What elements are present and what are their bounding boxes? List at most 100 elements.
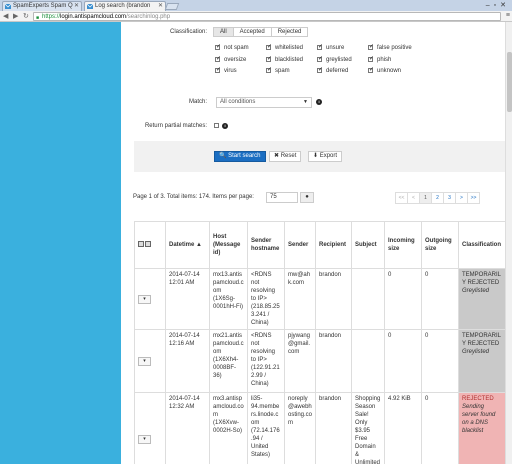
- cell-host: mx3.antispamcloud.com (1X6Xvw-0002H-So): [209, 392, 248, 464]
- cell-datetime: 2014-07-14 12:32 AM: [165, 392, 210, 464]
- cell-classification: TEMPORARILY REJECTED Greylisted: [458, 268, 505, 330]
- chevron-down-icon: ▼: [303, 99, 308, 105]
- checkbox-false-positive[interactable]: false positive: [368, 43, 412, 51]
- url-path: /searchinlog.php: [126, 14, 171, 20]
- url-input[interactable]: ■ https://login.antispamcloud.com/search…: [33, 12, 501, 21]
- tab-title: Log search (brandon: [95, 3, 151, 9]
- export-button[interactable]: ⬇ Export: [308, 151, 343, 162]
- toggle-rejected-button[interactable]: Rejected: [270, 27, 309, 37]
- info-icon[interactable]: i: [316, 99, 322, 105]
- items-per-page-input[interactable]: 75: [266, 192, 298, 203]
- start-search-button[interactable]: 🔍 Start search: [214, 151, 266, 162]
- select-all-header[interactable]: [134, 221, 166, 269]
- cell-recipient: brandon: [315, 268, 352, 330]
- column-header-classification[interactable]: Classification: [458, 221, 505, 269]
- back-icon[interactable]: ◀: [3, 12, 8, 20]
- checkbox-spam[interactable]: spam: [266, 66, 290, 74]
- lock-icon: ■: [36, 15, 40, 21]
- classification-status: REJECTED: [462, 396, 494, 402]
- mail-icon: [5, 4, 11, 9]
- url-scheme: https://: [42, 14, 61, 20]
- cell-sender: mw@ahk.com: [284, 268, 316, 330]
- reload-icon[interactable]: ↻: [23, 12, 29, 20]
- column-header-host[interactable]: Host (Message id): [209, 221, 248, 269]
- classification-reason: Greylisted: [462, 288, 490, 294]
- browser-tab-log-search[interactable]: Log search (brandon ✕: [84, 1, 166, 11]
- close-tab-icon[interactable]: ✕: [74, 2, 79, 11]
- table-row: ▾ 2014-07-14 12:01 AM mx13.antispamcloud…: [134, 268, 505, 330]
- classification-toggle: All Accepted Rejected: [213, 27, 309, 37]
- cell-classification: TEMPORARILY REJECTED Greylisted: [458, 329, 505, 393]
- page-scrollbar[interactable]: [505, 22, 512, 464]
- toggle-all-button[interactable]: All: [213, 27, 234, 37]
- cell-datetime: 2014-07-14 12:16 AM: [165, 329, 210, 393]
- select-all-icon: [138, 240, 144, 247]
- new-tab-button[interactable]: [164, 3, 180, 10]
- address-bar-row: ◀ ▶ ↻ ■ https://login.antispamcloud.com/…: [0, 11, 512, 22]
- column-header-outgoing-size[interactable]: Outgoing size: [421, 221, 459, 269]
- mail-icon: [87, 4, 93, 9]
- column-header-incoming-size[interactable]: Incoming size: [384, 221, 422, 269]
- column-header-subject[interactable]: Subject: [351, 221, 385, 269]
- toggle-accepted-button[interactable]: Accepted: [232, 27, 272, 37]
- cell-sender: pjywang@gmail.com: [284, 329, 316, 393]
- browser-tab-spamexperts[interactable]: SpamExperts Spam Q ✕: [2, 1, 82, 11]
- url-host: login.antispamcloud.com: [60, 14, 127, 20]
- cell-sender-hostname: <RDNS not resolving to IP> (122.91.212.9…: [247, 329, 285, 393]
- row-actions-button[interactable]: ▾: [138, 294, 151, 304]
- row-actions-button[interactable]: ▾: [138, 356, 151, 366]
- classification-label: Classification:: [169, 29, 207, 35]
- table-row: ▾ 2014-07-14 12:16 AM mx21.antispamcloud…: [134, 329, 505, 393]
- match-select-value: All conditions: [220, 99, 256, 105]
- cell-host: mx21.antispamcloud.com (1X6Xh4-0008BF-36…: [209, 329, 248, 393]
- cell-subject: Shopping Season Sale! Only $3.95 Free Do…: [351, 392, 385, 464]
- action-bar: 🔍 Start search ✖ Reset ⬇ Export: [134, 141, 505, 172]
- checkbox-phish[interactable]: phish: [368, 55, 391, 63]
- checkbox-greylisted[interactable]: greylisted: [317, 55, 352, 63]
- row-actions-button[interactable]: ▾: [138, 434, 151, 444]
- match-label: Match:: [188, 99, 207, 105]
- cell-datetime: 2014-07-14 12:01 AM: [165, 268, 210, 330]
- cell-incoming-size: 0: [384, 268, 422, 330]
- checkbox-deferred[interactable]: deferred: [317, 66, 348, 74]
- cell-recipient: brandon: [315, 329, 352, 393]
- close-tab-icon[interactable]: ✕: [158, 2, 163, 11]
- tab-title: SpamExperts Spam Q: [13, 3, 73, 9]
- scrollbar-thumb[interactable]: [507, 52, 512, 112]
- browser-tab-bar: SpamExperts Spam Q ✕ Log search (brandon…: [0, 0, 512, 11]
- sidebar: [0, 22, 121, 464]
- classification-status: TEMPORARILY REJECTED: [462, 272, 502, 286]
- cell-sender-hostname: <RDNS not resolving to IP> (218.85.253.2…: [247, 268, 285, 330]
- cell-incoming-size: 4.92 KiB: [384, 392, 422, 464]
- info-icon[interactable]: i: [222, 123, 228, 129]
- column-header-sender[interactable]: Sender: [284, 221, 316, 269]
- forward-icon[interactable]: ▶: [13, 12, 18, 20]
- column-header-datetime[interactable]: Datetime ▲: [165, 221, 210, 269]
- reset-button[interactable]: ✖ Reset: [269, 151, 302, 162]
- results-table: Datetime ▲ Host (Message id) Sender host…: [134, 221, 505, 464]
- cell-outgoing-size: 0: [421, 392, 459, 464]
- checkbox-blacklisted[interactable]: blacklisted: [266, 55, 303, 63]
- apply-per-page-button[interactable]: ●: [300, 192, 314, 203]
- checkbox-unknown[interactable]: unknown: [368, 66, 401, 74]
- cell-incoming-size: 0: [384, 329, 422, 393]
- cell-outgoing-size: 0: [421, 268, 459, 330]
- checkbox-virus[interactable]: virus: [215, 66, 237, 74]
- partial-matches-label: Return partial matches:: [144, 123, 207, 129]
- cell-outgoing-size: 0: [421, 329, 459, 393]
- page-last[interactable]: >>: [467, 192, 480, 204]
- cell-subject: [351, 329, 385, 393]
- table-row: ▾ 2014-07-14 12:32 AM mx3.antispamcloud.…: [134, 392, 505, 464]
- column-header-recipient[interactable]: Recipient: [315, 221, 352, 269]
- menu-icon[interactable]: ≡: [506, 12, 510, 19]
- checkbox-oversize[interactable]: oversize: [215, 55, 246, 63]
- checkbox-not-spam[interactable]: not spam: [215, 43, 249, 51]
- checkbox-whitelisted[interactable]: whitelisted: [266, 43, 303, 51]
- main-content: Classification: All Accepted Rejected no…: [121, 22, 505, 464]
- pager-info: Page 1 of 3. Total items: 174. Items per…: [133, 194, 254, 200]
- match-select[interactable]: All conditions ▼: [216, 97, 312, 108]
- cell-sender: noreply@awebhosting.com: [284, 392, 316, 464]
- column-header-sender-hostname[interactable]: Sender hostname: [247, 221, 285, 269]
- checkbox-unsure[interactable]: unsure: [317, 43, 344, 51]
- window-controls[interactable]: –▫✕: [486, 1, 510, 9]
